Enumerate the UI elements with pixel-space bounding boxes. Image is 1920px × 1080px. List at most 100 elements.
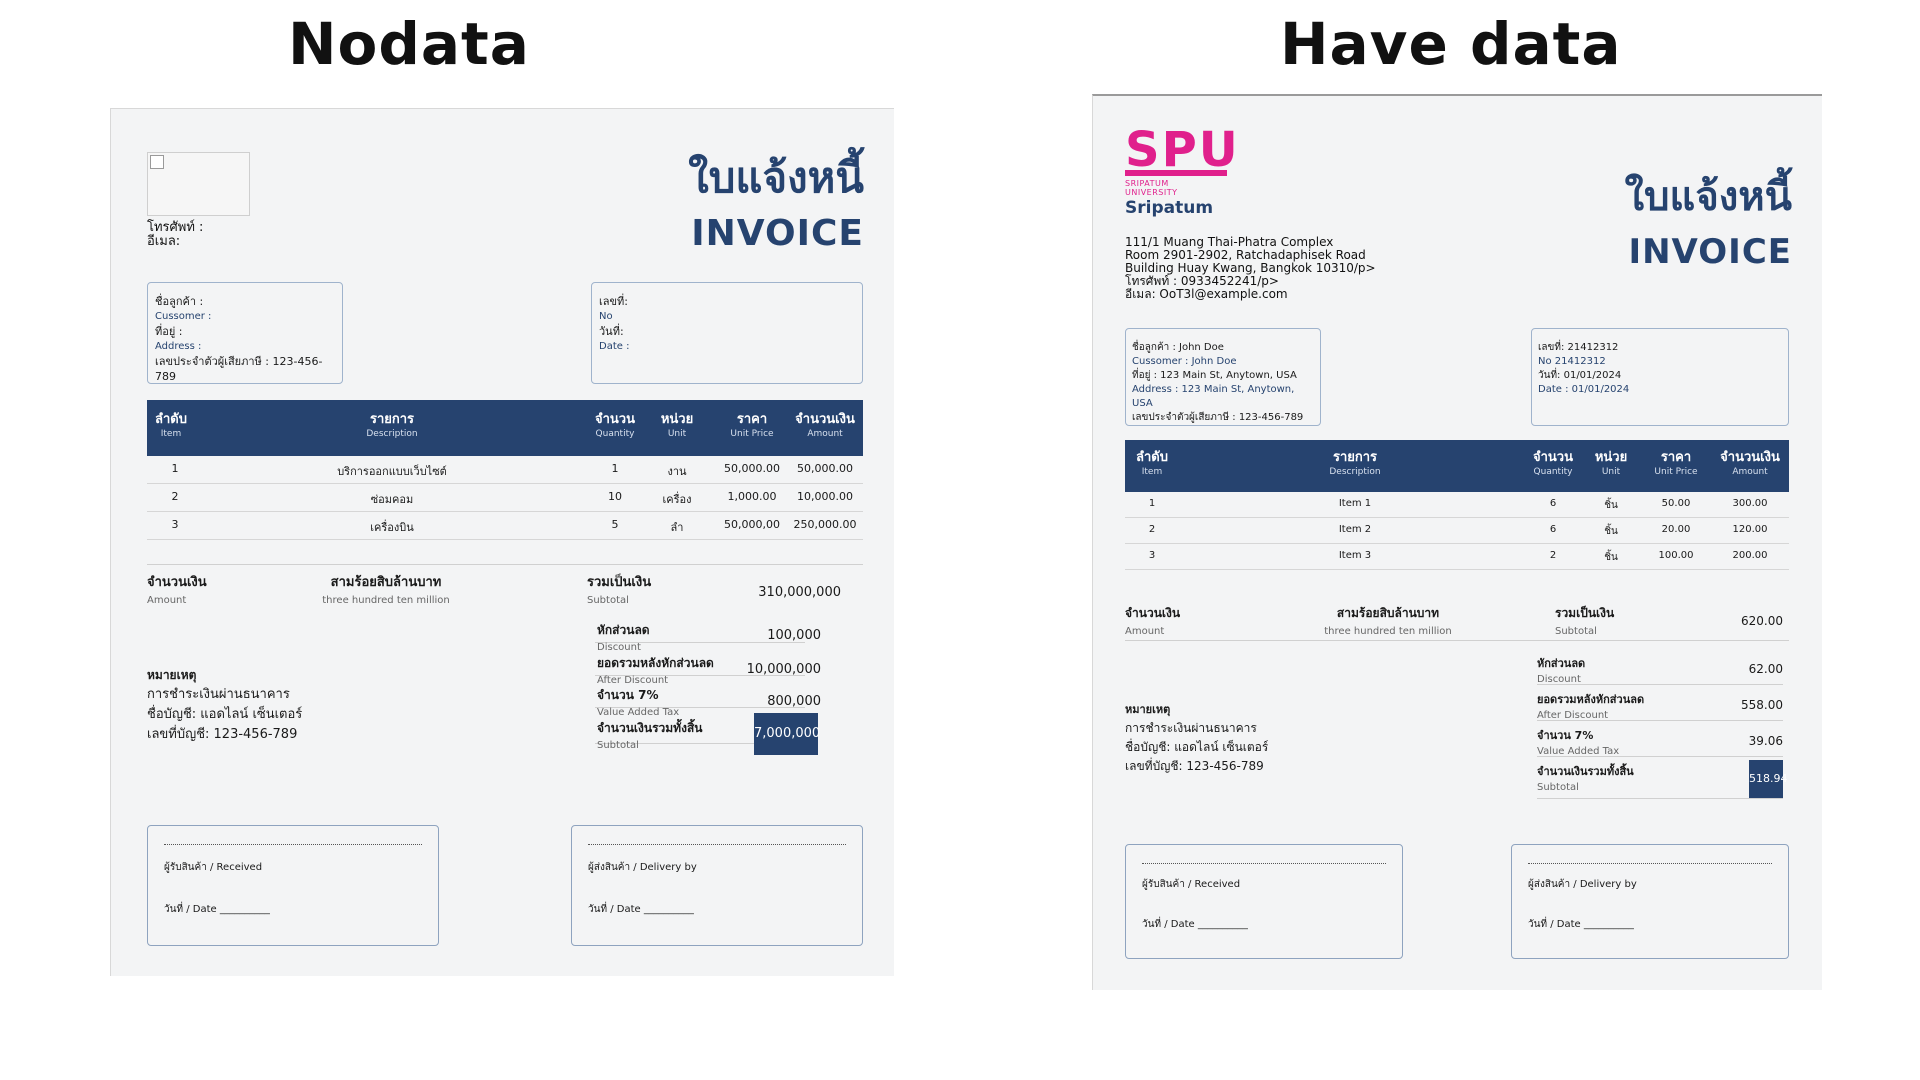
doc-number-th: เลขที่: 21412312: [1538, 342, 1619, 353]
logo-line2: UNIVERSITY: [1125, 188, 1178, 197]
row-qty: 2: [1549, 550, 1557, 561]
amount-label: จำนวนเงิน Amount: [147, 575, 207, 606]
row-qty: 5: [611, 518, 619, 531]
invoice-title-en: INVOICE: [691, 213, 864, 254]
row-desc: Item 2: [1338, 524, 1372, 535]
discount-label: หักส่วนลด Discount: [1537, 657, 1586, 685]
row-amount: 10,000.00: [797, 490, 853, 503]
received-signature-box: ผู้รับสินค้า / Received วันที่ / Date __…: [1125, 844, 1403, 959]
row-item: 1: [1148, 498, 1156, 509]
signature-line: [588, 844, 846, 845]
col-unit: หน่วย Unit: [1594, 450, 1628, 477]
after-discount-value: 10,000,000: [746, 662, 821, 677]
col-amount: จำนวนเงิน Amount: [1720, 450, 1780, 477]
contact-block: โทรศัพท์ : อีเมล:: [147, 221, 203, 249]
subtotal-label: รวมเป็นเงิน Subtotal: [1555, 606, 1615, 637]
discount-value: 100,000: [767, 628, 821, 643]
row-qty: 6: [1549, 524, 1557, 535]
broken-image-icon: [150, 155, 164, 169]
table-row: 2 ซ่อมคอม 10 เครื่อง 1,000.00 10,000.00: [147, 484, 863, 512]
invoice-title-th: ใบแจ้งหนี้: [1624, 174, 1792, 220]
doc-date-th: วันที่: 01/01/2024: [1538, 370, 1622, 381]
customer-address-th: ที่อยู่ : 123 Main St, Anytown, USA: [1132, 370, 1297, 381]
spu-logo: SPU SRIPATUM UNIVERSITY: [1125, 126, 1240, 197]
after-discount-label: ยอดรวมหลังหักส่วนลด After Discount: [597, 656, 714, 686]
received-label: ผู้รับสินค้า / Received: [164, 862, 263, 873]
subtotal-label: รวมเป็นเงิน Subtotal: [587, 575, 652, 606]
row-qty: 10: [608, 490, 622, 503]
row-amount: 300.00: [1732, 498, 1768, 509]
customer-name-en: Cussomer : John Doe: [1132, 356, 1237, 367]
phone-label: โทรศัพท์ :: [147, 220, 204, 235]
row-price: 1,000.00: [727, 490, 777, 503]
row-price: 50,000.00: [724, 462, 780, 475]
discount-label: หักส่วนลด Discount: [597, 623, 650, 653]
row-price: 20.00: [1661, 524, 1691, 535]
row-price: 100.00: [1658, 550, 1694, 561]
items-table-header: ลำดับ Item รายการ Description จำนวน Quantit…: [147, 400, 863, 456]
delivery-date: วันที่ / Date __________: [588, 904, 694, 915]
row-unit: ลำ: [670, 521, 684, 534]
row-desc: Item 3: [1338, 550, 1372, 561]
col-amount: จำนวนเงิน Amount: [795, 412, 855, 439]
signature-line: [1142, 863, 1386, 864]
row-item: 2: [171, 490, 179, 503]
invoice-nodata: โทรศัพท์ : อีเมล: ใบแจ้งหนี้ INVOICE ชื่…: [110, 108, 894, 976]
col-quantity: จำนวน Quantity: [595, 412, 635, 439]
received-signature-box: ผู้รับสินค้า / Received วันที่ / Date __…: [147, 825, 439, 946]
col-description: รายการ Description: [366, 412, 418, 439]
customer-box: ชื่อลูกค้า : Cussomer : ที่อยู่ : Addres…: [147, 282, 343, 384]
row-qty: 1: [611, 462, 619, 475]
doc-date-en: Date : 01/01/2024: [1538, 384, 1630, 395]
col-item: ลำดับ Item: [1136, 450, 1168, 477]
logo-line1: SRIPATUM: [1125, 179, 1169, 188]
customer-tax-id: เลขประจำตัวผู้เสียภาษี : 123-456-789: [155, 355, 323, 383]
table-row: 3 เครื่องบิน 5 ลำ 50,000,00 250,000.00: [147, 512, 863, 540]
grand-total-value: 7,000,000: [754, 713, 820, 755]
col-quantity: จำนวน Quantity: [1533, 450, 1573, 477]
received-date: วันที่ / Date __________: [1142, 919, 1248, 930]
col-unit: หน่วย Unit: [660, 412, 694, 439]
row-item: 3: [171, 518, 179, 531]
row-unit: งาน: [667, 465, 687, 478]
amount-in-words: สามร้อยสิบล้านบาท three hundred ten mill…: [322, 575, 450, 606]
table-row: 1 บริการออกแบบเว็บไซต์ 1 งาน 50,000.00 5…: [147, 456, 863, 484]
grand-total-value: 518.94: [1749, 760, 1788, 798]
row-item: 1: [171, 462, 179, 475]
delivery-signature-box: ผู้ส่งสินค้า / Delivery by วันที่ / Date…: [1511, 844, 1789, 959]
items-table-header: ลำดับ Item รายการ Description จำนวน Quantit…: [1125, 440, 1789, 492]
row-item: 3: [1148, 550, 1156, 561]
received-date: วันที่ / Date __________: [164, 904, 270, 915]
table-row: 3 Item 3 2 ชิ้น 100.00 200.00: [1125, 544, 1789, 570]
received-label: ผู้รับสินค้า / Received: [1142, 879, 1241, 890]
row-amount: 250,000.00: [793, 518, 857, 531]
invoice-title-en: INVOICE: [1628, 232, 1792, 272]
delivery-label: ผู้ส่งสินค้า / Delivery by: [1528, 879, 1637, 890]
signature-line: [1528, 863, 1772, 864]
row-item: 2: [1148, 524, 1156, 535]
row-amount: 200.00: [1732, 550, 1768, 561]
subtotal-value: 310,000,000: [758, 585, 841, 600]
doc-number-en: No 21412312: [1538, 356, 1606, 367]
email-label: อีเมล:: [147, 234, 181, 249]
amount-in-words: สามร้อยสิบล้านบาท three hundred ten mill…: [1324, 606, 1452, 637]
customer-name-th: ชื่อลูกค้า : John Doe: [1132, 342, 1224, 353]
row-desc: ซ่อมคอม: [370, 493, 414, 506]
havedata-heading: Have data: [1280, 10, 1622, 78]
vat-value: 39.06: [1748, 734, 1783, 748]
row-unit: ชิ้น: [1604, 500, 1618, 511]
grand-total-label: จำนวนเงินรวมทั้งสิ้น Subtotal: [597, 721, 703, 751]
grand-total-label: จำนวนเงินรวมทั้งสิ้น Subtotal: [1537, 765, 1634, 793]
row-unit: ชิ้น: [1604, 552, 1618, 563]
row-price: 50.00: [1661, 498, 1691, 509]
notes-block: หมายเหตุ การชำระเงินผ่านธนาคาร ชื่อบัญชี…: [147, 668, 303, 742]
subtotal-value: 620.00: [1741, 614, 1783, 628]
vat-value: 800,000: [767, 694, 821, 709]
logo-placeholder: [147, 152, 250, 216]
vat-label: จำนวน 7% Value Added Tax: [597, 688, 680, 718]
customer-address-en: Address :: [155, 341, 202, 352]
delivery-label: ผู้ส่งสินค้า / Delivery by: [588, 862, 697, 873]
customer-address-en: Address : 123 Main St, Anytown, USA: [1132, 384, 1295, 409]
row-amount: 50,000.00: [797, 462, 853, 475]
divider: [1125, 640, 1789, 641]
